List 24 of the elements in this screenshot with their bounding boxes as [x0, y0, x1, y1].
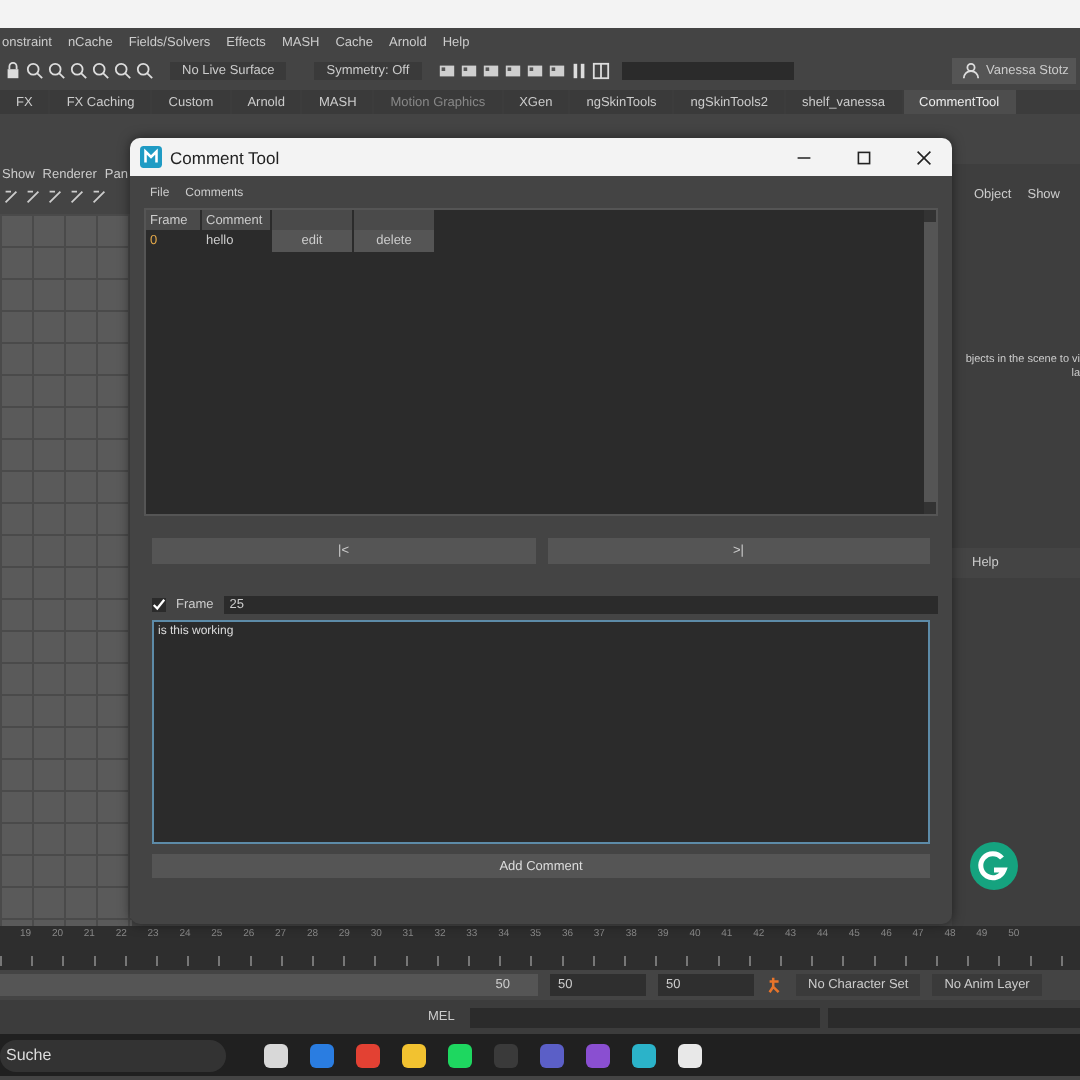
render-icon[interactable]: [525, 61, 544, 79]
close-icon[interactable]: [916, 149, 932, 165]
app-icon[interactable]: [630, 1041, 658, 1069]
maximize-icon[interactable]: [856, 149, 872, 165]
render-icon[interactable]: [459, 61, 478, 79]
render-icon[interactable]: [503, 61, 522, 79]
app-icon[interactable]: [400, 1041, 428, 1069]
window-title: Comment Tool: [170, 147, 280, 167]
pause-icon[interactable]: [569, 61, 588, 79]
app-icon[interactable]: [676, 1041, 704, 1069]
checkbox[interactable]: [152, 598, 166, 612]
app-icon[interactable]: [446, 1041, 474, 1069]
render-icon[interactable]: [547, 61, 566, 79]
person-icon: [962, 61, 980, 79]
running-figure-icon[interactable]: [766, 976, 784, 994]
render-icon[interactable]: [437, 61, 456, 79]
lock-icon[interactable]: [4, 61, 22, 79]
render-icon[interactable]: [481, 61, 500, 79]
round-logo-icon[interactable]: [968, 840, 1020, 892]
panel-icon[interactable]: [591, 61, 610, 79]
app-logo-icon: [140, 146, 162, 168]
app-icon[interactable]: [262, 1041, 290, 1069]
input-field[interactable]: [621, 61, 794, 79]
search-field[interactable]: Suche: [0, 1039, 226, 1071]
